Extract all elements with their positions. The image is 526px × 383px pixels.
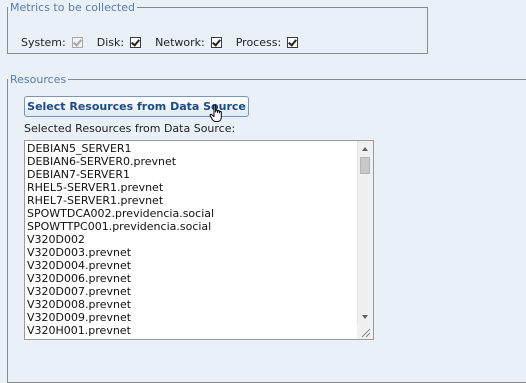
scroll-thumb[interactable]	[360, 157, 370, 174]
checkmark-icon	[211, 37, 221, 47]
list-item[interactable]: SPOWTDCA002.previdencia.social	[27, 207, 357, 220]
disk-checkbox[interactable]	[130, 37, 142, 48]
checkmark-icon	[288, 37, 298, 47]
metric-disk: Disk:	[96, 36, 142, 49]
metric-system-label: System:	[21, 36, 66, 49]
system-checkbox[interactable]	[71, 37, 83, 48]
list-item[interactable]: DEBIAN5_SERVER1	[27, 142, 357, 155]
selected-resources-label: Selected Resources from Data Source:	[24, 122, 236, 135]
metric-network-label: Network:	[155, 36, 205, 49]
metrics-fieldset: Metrics to be collected System: Disk: Ne…	[7, 1, 428, 54]
list-item[interactable]: V320D006.prevnet	[27, 272, 357, 285]
checkmark-icon	[72, 37, 82, 47]
metric-process-label: Process:	[235, 36, 282, 49]
scroll-down-arrow-icon[interactable]	[362, 315, 368, 319]
list-item[interactable]: RHEL5-SERVER1.prevnet	[27, 181, 357, 194]
network-checkbox[interactable]	[210, 37, 222, 48]
list-item[interactable]: V320D009.prevnet	[27, 311, 357, 324]
list-scrollbar[interactable]	[357, 141, 373, 325]
process-checkbox[interactable]	[287, 37, 299, 48]
resize-grip-icon[interactable]	[357, 324, 373, 339]
list-item[interactable]: SPOWTTPC001.previdencia.social	[27, 220, 357, 233]
list-item[interactable]: V320D004.prevnet	[27, 259, 357, 272]
hand-pointer-icon	[209, 104, 227, 127]
selected-resources-list[interactable]: DEBIAN5_SERVER1 DEBIAN6-SERVER0.prevnet …	[24, 140, 374, 340]
resources-legend: Resources	[10, 73, 67, 86]
list-item[interactable]: DEBIAN6-SERVER0.prevnet	[27, 155, 357, 168]
metrics-row: System: Disk: Network: Process:	[21, 36, 299, 49]
metric-system: System:	[21, 36, 83, 49]
list-item[interactable]: DEBIAN7-SERVER1	[27, 168, 357, 181]
list-items-container: DEBIAN5_SERVER1 DEBIAN6-SERVER0.prevnet …	[27, 142, 357, 337]
checkmark-icon	[131, 37, 141, 47]
list-item[interactable]: RHEL7-SERVER1.prevnet	[27, 194, 357, 207]
scroll-up-arrow-icon[interactable]	[362, 147, 368, 151]
list-item[interactable]: V320D008.prevnet	[27, 298, 357, 311]
metric-disk-label: Disk:	[96, 36, 125, 49]
list-item[interactable]: V320D003.prevnet	[27, 246, 357, 259]
list-item[interactable]: V320D007.prevnet	[27, 285, 357, 298]
metric-network: Network:	[155, 36, 222, 49]
list-item[interactable]: V320D002	[27, 233, 357, 246]
metrics-legend: Metrics to be collected	[10, 1, 135, 14]
list-item[interactable]: V320H001.prevnet	[27, 324, 357, 337]
metric-process: Process:	[235, 36, 299, 49]
